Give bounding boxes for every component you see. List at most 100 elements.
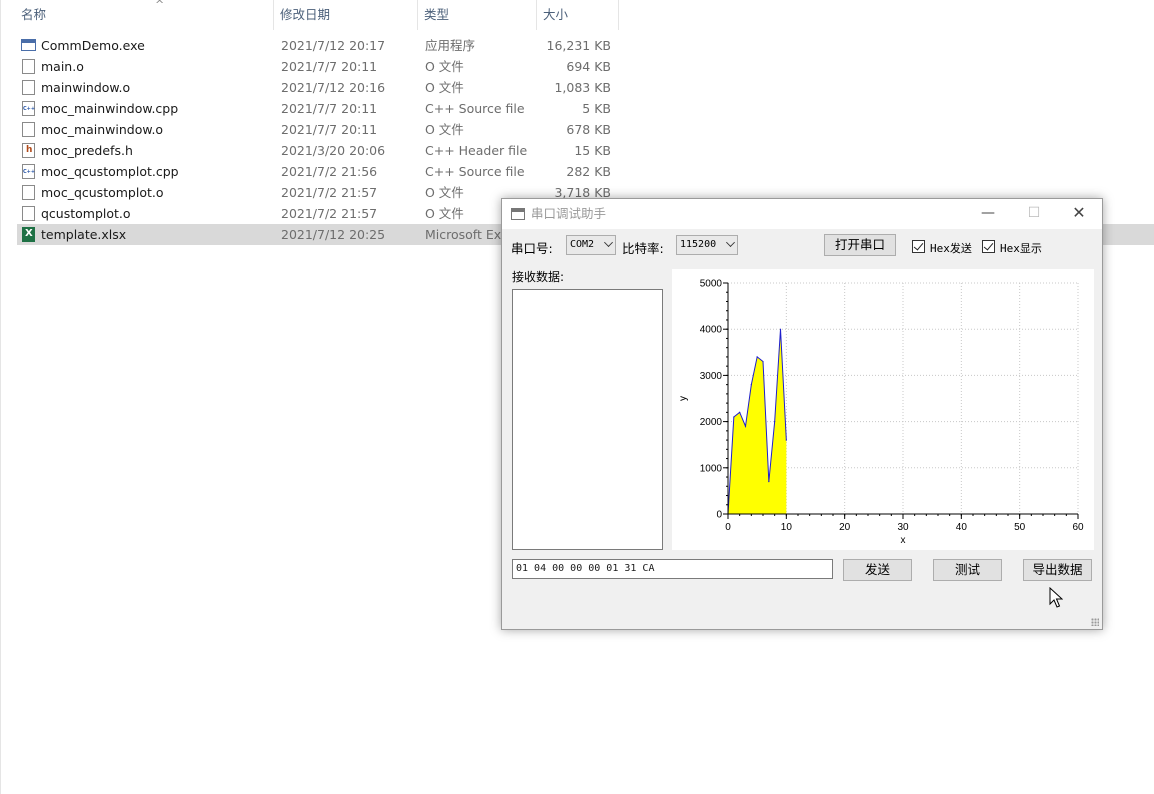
data-point (750, 384, 752, 386)
file-name: moc_qcustomplot.o (41, 185, 164, 200)
x-axis-label: x (901, 535, 906, 546)
file-name: moc_mainwindow.cpp (41, 101, 179, 116)
file-date: 2021/7/7 20:11 (281, 101, 378, 116)
file-row[interactable]: main.o 2021/7/7 20:11 O 文件 694 KB (17, 56, 617, 77)
file-size: 16,231 KB (546, 38, 611, 53)
data-point (779, 328, 782, 330)
column-type-label: 类型 (424, 7, 450, 22)
file-date: 2021/3/20 20:06 (281, 143, 386, 158)
hex-display-label: Hex显示 (1000, 242, 1042, 255)
file-icon (22, 122, 35, 137)
test-button[interactable]: 测试 (933, 559, 1002, 581)
excel-file-icon (22, 227, 35, 242)
file-size: 5 KB (582, 101, 611, 116)
file-type: O 文件 (425, 122, 464, 137)
send-data-input[interactable]: 01 04 00 00 00 01 31 CA (512, 559, 833, 579)
file-size: 678 KB (566, 122, 611, 137)
data-point (762, 360, 764, 363)
file-row[interactable]: moc_qcustomplot.cpp 2021/7/2 21:56 C++ Sou… (17, 161, 617, 182)
data-chart: 0 10 20 30 40 50 60 0 1000 2000 3000 4000 5000 x y (678, 279, 1084, 547)
maximize-button[interactable]: ☐ (1011, 199, 1057, 229)
serial-assistant-window: 串口调试助手 — ☐ ✕ 串口号: COM2 比特率: 115200 打开串口 … (501, 198, 1103, 630)
y-tick-label: 5000 (700, 279, 723, 290)
export-data-button[interactable]: 导出数据 (1023, 559, 1092, 581)
file-date: 2021/7/12 20:17 (281, 38, 386, 53)
file-date: 2021/7/2 21:57 (281, 206, 378, 221)
minimize-button[interactable]: — (965, 199, 1011, 229)
data-point (774, 421, 776, 423)
data-point (739, 411, 741, 413)
file-date: 2021/7/12 20:25 (281, 227, 386, 242)
hex-display-checkbox[interactable] (982, 240, 995, 253)
file-type: 应用程序 (425, 38, 476, 53)
baud-combobox[interactable]: 115200 (676, 235, 738, 255)
x-tick-label: 0 (725, 522, 731, 533)
file-row[interactable]: moc_mainwindow.o 2021/7/7 20:11 O 文件 678 KB (17, 119, 617, 140)
file-date: 2021/7/12 20:16 (281, 80, 386, 95)
y-axis-label: y (678, 396, 689, 401)
file-name: moc_qcustomplot.cpp (41, 164, 179, 179)
x-tick-label: 60 (1072, 522, 1084, 533)
app-window-icon (511, 208, 525, 220)
receive-data-textarea[interactable] (512, 289, 663, 550)
cpp-file-icon (22, 164, 35, 179)
data-point (756, 356, 758, 358)
file-name: moc_predefs.h (41, 143, 133, 158)
file-date: 2021/7/7 20:11 (281, 122, 378, 137)
column-header-size[interactable]: 大小 (539, 0, 619, 30)
data-point (785, 439, 787, 441)
file-size: 1,083 KB (554, 80, 611, 95)
file-row[interactable]: moc_mainwindow.cpp 2021/7/7 20:11 C++ Sour… (17, 98, 617, 119)
mouse-cursor-icon (1049, 587, 1063, 608)
hex-send-checkbox[interactable] (912, 240, 925, 253)
column-header-date[interactable]: 修改日期 (276, 0, 418, 30)
plot-area: 0 10 20 30 40 50 60 0 1000 2000 3000 4000 5000 x y (672, 269, 1094, 550)
file-name: CommDemo.exe (41, 38, 145, 53)
file-type: C++ Source file (425, 101, 525, 116)
title-bar[interactable]: 串口调试助手 — ☐ ✕ (502, 199, 1102, 229)
port-combobox[interactable]: COM2 (566, 235, 616, 255)
file-name: qcustomplot.o (41, 206, 131, 221)
file-row[interactable]: CommDemo.exe 2021/7/12 20:17 应用程序 16,231 KB (17, 35, 617, 56)
y-tick-label: 4000 (700, 325, 723, 336)
send-button[interactable]: 发送 (843, 559, 912, 581)
column-date-label: 修改日期 (280, 7, 331, 22)
data-point (744, 425, 747, 427)
sort-ascending-icon: ^ (155, 0, 165, 11)
hex-send-label: Hex发送 (930, 242, 972, 255)
file-type: C++ Header file (425, 143, 528, 158)
column-size-label: 大小 (543, 7, 569, 22)
exe-icon (21, 39, 36, 51)
file-row[interactable]: mainwindow.o 2021/7/12 20:16 O 文件 1,083 KB (17, 77, 617, 98)
file-icon (22, 185, 35, 200)
column-header-type[interactable]: 类型 (420, 0, 537, 30)
data-point (768, 481, 770, 483)
open-port-button[interactable]: 打开串口 (824, 234, 896, 256)
header-file-icon (22, 143, 35, 158)
file-icon (22, 80, 35, 95)
file-size: 694 KB (566, 59, 611, 74)
chevron-down-icon (726, 238, 735, 247)
column-header-name[interactable]: 名称 ^ (17, 0, 274, 30)
resize-grip-icon[interactable] (1091, 618, 1099, 626)
receive-data-label: 接收数据: (512, 270, 565, 284)
file-name: mainwindow.o (41, 80, 131, 95)
chevron-down-icon (604, 238, 613, 247)
y-tick-label: 1000 (700, 463, 723, 474)
file-date: 2021/7/2 21:56 (281, 164, 378, 179)
x-tick-label: 40 (956, 522, 968, 533)
column-name-label: 名称 (21, 7, 47, 22)
y-tick-label: 2000 (700, 417, 723, 428)
file-size: 282 KB (566, 164, 611, 179)
x-tick-label: 20 (839, 522, 851, 533)
file-size: 15 KB (574, 143, 611, 158)
file-name: moc_mainwindow.o (41, 122, 164, 137)
file-row[interactable]: moc_predefs.h 2021/3/20 20:06 C++ Header f… (17, 140, 617, 161)
baud-label: 比特率: (622, 241, 664, 256)
file-icon (22, 206, 35, 221)
close-button[interactable]: ✕ (1056, 199, 1102, 229)
file-date: 2021/7/7 20:11 (281, 59, 378, 74)
baud-value: 115200 (680, 239, 717, 250)
file-type: O 文件 (425, 59, 464, 74)
file-type: O 文件 (425, 80, 464, 95)
